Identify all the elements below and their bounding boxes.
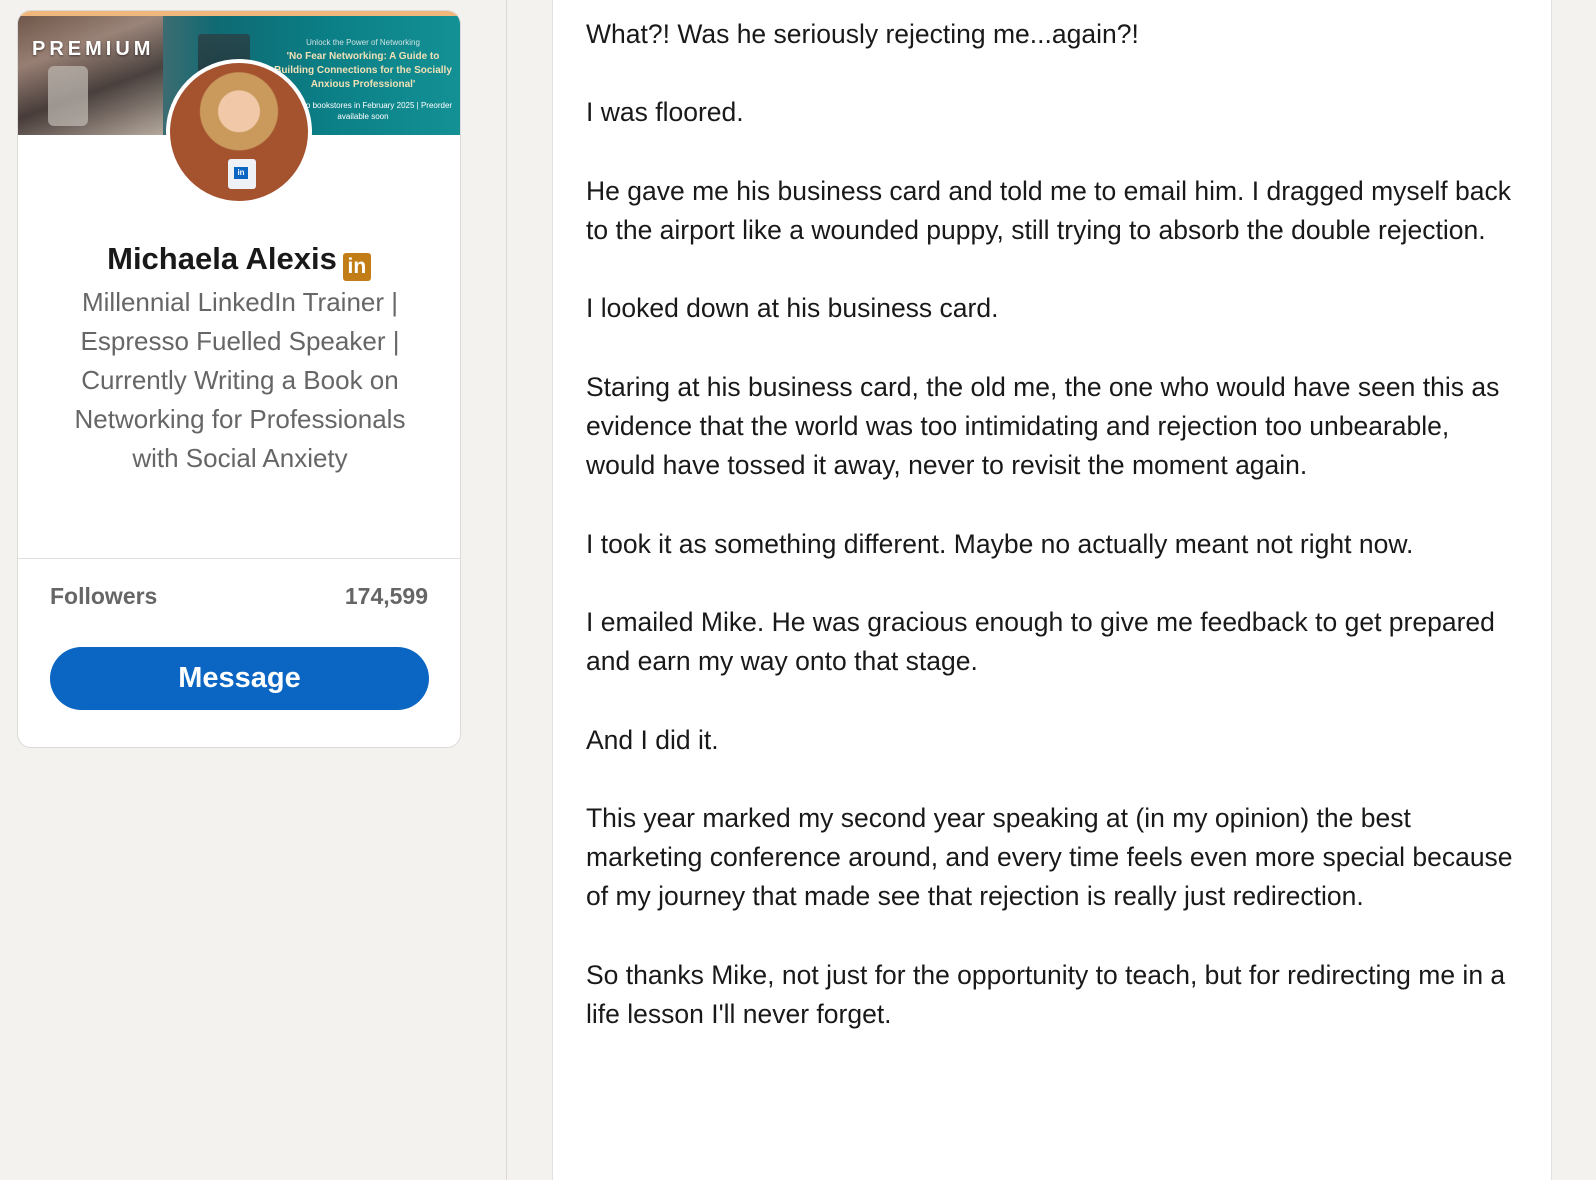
article-panel: What?! Was he seriously rejecting me...a… bbox=[553, 0, 1551, 1180]
column-divider bbox=[506, 0, 507, 1180]
message-button[interactable]: Message bbox=[50, 647, 429, 710]
article-paragraph: Staring at his business card, the old me… bbox=[586, 371, 1500, 481]
avatar-mug bbox=[228, 159, 256, 189]
divider bbox=[18, 558, 460, 559]
linkedin-premium-icon: in bbox=[342, 253, 371, 281]
article-paragraph: I took it as something different. Maybe … bbox=[586, 528, 1414, 559]
banner-photo bbox=[18, 16, 163, 135]
article-paragraph: I looked down at his business card. bbox=[586, 293, 999, 324]
banner-title: 'No Fear Networking: A Guide to Building… bbox=[274, 51, 452, 90]
followers-label: Followers bbox=[50, 583, 158, 609]
article-paragraph: This year marked my second year speaking… bbox=[586, 802, 1513, 912]
article-paragraph: What?! Was he seriously rejecting me...a… bbox=[586, 19, 1139, 49]
profile-card: PREMIUM Unlock the Power of Networking '… bbox=[17, 10, 461, 748]
article-paragraph: And I did it. bbox=[586, 724, 719, 755]
followers-row: Followers 174,599 bbox=[50, 583, 428, 610]
article-paragraph: I emailed Mike. He was gracious enough t… bbox=[586, 606, 1495, 677]
profile-name[interactable]: Michaela Alexis bbox=[107, 241, 337, 276]
article-paragraph: I was floored. bbox=[586, 97, 744, 128]
avatar[interactable] bbox=[166, 59, 312, 205]
article-paragraph: He gave me his business card and told me… bbox=[586, 175, 1512, 245]
profile-name-row: Michaela Alexis in bbox=[18, 241, 460, 281]
profile-headline: Millennial LinkedIn Trainer | Espresso F… bbox=[74, 287, 406, 473]
premium-badge: PREMIUM bbox=[32, 38, 155, 60]
banner-small-text: Unlock the Power of Networking bbox=[306, 38, 420, 47]
article-paragraph: So thanks Mike, not just for the opportu… bbox=[586, 959, 1506, 1029]
article-body: What?! Was he seriously rejecting me...a… bbox=[586, 15, 1516, 1073]
followers-count: 174,599 bbox=[344, 583, 428, 609]
article-right-border bbox=[1551, 0, 1552, 1180]
